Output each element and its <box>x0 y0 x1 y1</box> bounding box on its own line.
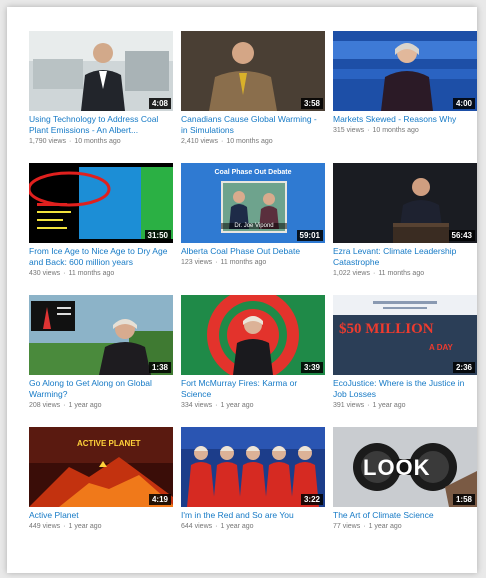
video-meta: 77 views · 1 year ago <box>333 523 402 530</box>
overlay-title: Coal Phase Out Debate <box>214 169 292 176</box>
view-count: 430 views <box>29 270 61 277</box>
view-count: 1,022 views <box>333 270 370 277</box>
view-count: 449 views <box>29 523 61 530</box>
overlay-caption: Dr. Joe Vipond <box>221 223 287 229</box>
video-item[interactable]: LOOK 1:58 The Art of Climate Science 77 … <box>333 427 477 531</box>
upload-age: 11 months ago <box>220 259 267 266</box>
video-duration: 59:01 <box>296 230 323 241</box>
video-thumbnail[interactable]: 4:00 <box>333 31 477 111</box>
video-item[interactable]: 3:39 Fort McMurray Fires: Karma or Scien… <box>181 295 325 410</box>
upload-age: 1 year ago <box>220 523 254 530</box>
upload-age: 1 year ago <box>68 523 102 530</box>
video-meta: 208 views · 1 year ago <box>29 402 102 409</box>
video-duration: 4:08 <box>148 98 171 109</box>
view-count: 1,790 views <box>29 138 66 145</box>
video-title-link[interactable]: Using Technology to Address Coal Plant E… <box>29 114 173 136</box>
video-meta: 123 views · 11 months ago <box>181 259 267 266</box>
video-item[interactable]: Coal Phase Out Debate Dr. Joe Vipond 59:… <box>181 163 325 267</box>
video-thumbnail[interactable]: 56:43 <box>333 163 477 243</box>
upload-age: 10 months ago <box>226 138 273 145</box>
video-item[interactable]: $50 MILLION A DAY 2:36 EcoJustice: Where… <box>333 295 477 410</box>
upload-age: 1 year ago <box>368 523 402 530</box>
upload-age: 11 months ago <box>378 270 425 277</box>
video-thumbnail[interactable]: 4:08 <box>29 31 173 111</box>
video-thumbnail[interactable]: $50 MILLION A DAY 2:36 <box>333 295 477 375</box>
video-title-link[interactable]: I'm in the Red and So are You <box>181 510 325 521</box>
video-item[interactable]: 4:08 Using Technology to Address Coal Pl… <box>29 31 173 146</box>
video-duration: 3:39 <box>300 362 323 373</box>
view-count: 334 views <box>181 402 213 409</box>
video-meta: 1,022 views · 11 months ago <box>333 270 425 277</box>
video-thumbnail[interactable]: LOOK 1:58 <box>333 427 477 507</box>
overlay-per-day: A DAY <box>429 343 453 352</box>
overlay-word: LOOK <box>363 455 431 480</box>
video-meta: 644 views · 1 year ago <box>181 523 254 530</box>
video-meta: 315 views · 10 months ago <box>333 127 419 134</box>
video-item[interactable]: 3:58 Canadians Cause Global Warming - in… <box>181 31 325 146</box>
video-duration: 56:43 <box>448 230 475 241</box>
overlay-amount: $50 MILLION <box>339 321 434 337</box>
upload-age: 1 year ago <box>220 402 254 409</box>
video-thumbnail[interactable]: ACTIVE PLANET 4:19 <box>29 427 173 507</box>
video-grid-card: 4:08 Using Technology to Address Coal Pl… <box>7 7 477 573</box>
video-duration: 3:22 <box>300 494 323 505</box>
upload-age: 10 months ago <box>74 138 121 145</box>
video-duration: 31:50 <box>144 230 171 241</box>
view-count: 315 views <box>333 127 365 134</box>
video-title-link[interactable]: Active Planet <box>29 510 173 521</box>
video-meta: 334 views · 1 year ago <box>181 402 254 409</box>
video-thumbnail[interactable]: 3:39 <box>181 295 325 375</box>
video-title-link[interactable]: Canadians Cause Global Warming - in Simu… <box>181 114 325 136</box>
upload-age: 11 months ago <box>68 270 115 277</box>
video-thumbnail[interactable]: Coal Phase Out Debate Dr. Joe Vipond 59:… <box>181 163 325 243</box>
video-duration: 4:19 <box>148 494 171 505</box>
upload-age: 1 year ago <box>372 402 406 409</box>
video-duration: 1:38 <box>148 362 171 373</box>
video-duration: 1:58 <box>452 494 475 505</box>
view-count: 123 views <box>181 259 213 266</box>
overlay-title: ACTIVE PLANET <box>77 439 141 448</box>
video-item[interactable]: ACTIVE PLANET 4:19 Active Planet 449 vie… <box>29 427 173 531</box>
video-title-link[interactable]: Ezra Levant: Climate Leadership Catastro… <box>333 246 477 268</box>
view-count: 391 views <box>333 402 365 409</box>
video-meta: 430 views · 11 months ago <box>29 270 115 277</box>
video-meta: 1,790 views · 10 months ago <box>29 138 121 145</box>
video-thumbnail[interactable]: 3:58 <box>181 31 325 111</box>
view-count: 2,410 views <box>181 138 218 145</box>
video-item[interactable]: 31:50 From Ice Age to Nice Age to Dry Ag… <box>29 163 173 278</box>
video-meta: 2,410 views · 10 months ago <box>181 138 273 145</box>
video-item[interactable]: 1:38 Go Along to Get Along on Global War… <box>29 295 173 410</box>
video-thumbnail[interactable]: 1:38 <box>29 295 173 375</box>
upload-age: 10 months ago <box>372 127 419 134</box>
view-count: 77 views <box>333 523 361 530</box>
video-thumbnail[interactable]: 31:50 <box>29 163 173 243</box>
video-title-link[interactable]: From Ice Age to Nice Age to Dry Age and … <box>29 246 173 268</box>
video-item[interactable]: 3:22 I'm in the Red and So are You 644 v… <box>181 427 325 531</box>
video-meta: 449 views · 1 year ago <box>29 523 102 530</box>
video-thumbnail[interactable]: 3:22 <box>181 427 325 507</box>
video-title-link[interactable]: Go Along to Get Along on Global Warming? <box>29 378 173 400</box>
video-duration: 2:36 <box>452 362 475 373</box>
video-duration: 3:58 <box>300 98 323 109</box>
upload-age: 1 year ago <box>68 402 102 409</box>
video-duration: 4:00 <box>452 98 475 109</box>
view-count: 208 views <box>29 402 61 409</box>
video-meta: 391 views · 1 year ago <box>333 402 406 409</box>
video-title-link[interactable]: Markets Skewed - Reasons Why <box>333 114 477 125</box>
video-item[interactable]: 4:00 Markets Skewed - Reasons Why 315 vi… <box>333 31 477 135</box>
video-title-link[interactable]: EcoJustice: Where is the Justice in Job … <box>333 378 477 400</box>
video-title-link[interactable]: The Art of Climate Science <box>333 510 477 521</box>
video-title-link[interactable]: Fort McMurray Fires: Karma or Science <box>181 378 325 400</box>
video-item[interactable]: 56:43 Ezra Levant: Climate Leadership Ca… <box>333 163 477 278</box>
view-count: 644 views <box>181 523 213 530</box>
video-title-link[interactable]: Alberta Coal Phase Out Debate <box>181 246 325 257</box>
